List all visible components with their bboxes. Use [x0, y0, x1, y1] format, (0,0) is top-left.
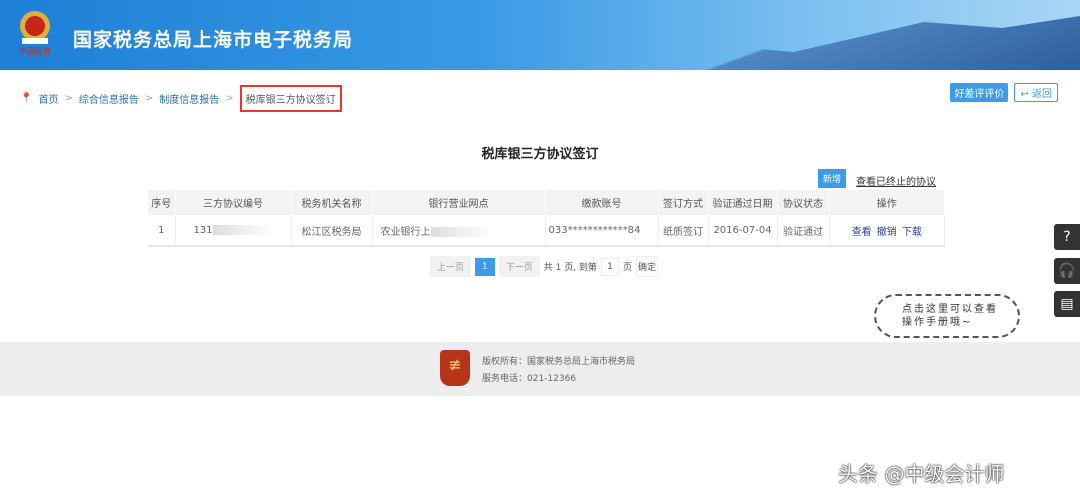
- help-bubble-line2: 操作手册哦~: [902, 317, 973, 328]
- tax-footer-logo: ≢: [440, 350, 470, 386]
- col-header: 协议状态: [777, 190, 830, 215]
- agreement-no-text: 131: [193, 224, 213, 236]
- breadcrumb-current: 税库银三方协议签订: [239, 85, 342, 112]
- header-banner: 中国税务 国家税务总局上海市电子税务局: [0, 0, 1080, 70]
- cell-account: 033************84: [545, 215, 659, 247]
- col-header: 操作: [829, 190, 945, 215]
- col-header: 税务机关名称: [291, 190, 373, 215]
- page-jump-input[interactable]: 1: [600, 257, 619, 276]
- page-title: 税库银三方协议签订: [481, 147, 599, 162]
- breadcrumb-general-info[interactable]: 综合信息报告: [79, 91, 139, 106]
- breadcrumb: 📍 首页 > 综合信息报告 > 制度信息报告 > 税库银三方协议签订: [20, 85, 342, 112]
- next-page-button[interactable]: 下一页: [498, 256, 540, 277]
- cell-bank-branch: 农业银行上: [372, 215, 546, 247]
- site-title: 国家税务总局上海市电子税务局: [73, 29, 354, 51]
- redacted-blur: [430, 226, 491, 237]
- cell-index: 1: [148, 215, 176, 247]
- revoke-link[interactable]: 撤销: [877, 227, 897, 238]
- tax-emblem-logo: 中国税务: [19, 11, 51, 56]
- page-1-button[interactable]: 1: [475, 257, 495, 276]
- page-total-text: 共 1 页, 到第: [543, 263, 597, 273]
- col-header: 银行营业网点: [372, 190, 546, 215]
- manual-book-icon[interactable]: ▤: [1054, 291, 1080, 317]
- cell-verify-date: 2016-07-04: [708, 215, 778, 247]
- cell-sign-method: 纸质签订: [658, 215, 709, 247]
- back-label: 返回: [1032, 89, 1052, 100]
- table-header-row: 序号 三方协议编号 税务机关名称 银行营业网点 缴款账号 签订方式 验证通过日期…: [148, 190, 945, 215]
- footer-phone: 服务电话：021-12366: [482, 374, 577, 384]
- view-link[interactable]: 查看: [852, 227, 872, 238]
- col-header: 验证通过日期: [708, 190, 778, 215]
- col-header: 缴款账号: [545, 190, 659, 215]
- location-pin-icon: 📍: [20, 93, 33, 104]
- footer-copyright: 版权所有：国家税务总局上海市税务局: [482, 357, 636, 367]
- svg-text:中国税务: 中国税务: [19, 46, 51, 56]
- cell-ops: 查看 撤销 下载: [829, 215, 945, 247]
- evaluate-button[interactable]: 好差评评价: [950, 83, 1009, 102]
- col-header: 签订方式: [658, 190, 709, 215]
- return-arrow-icon: ↩: [1020, 89, 1032, 100]
- redacted-blur: [212, 224, 273, 235]
- pagination: 上一页 1 下一页 共 1 页, 到第 1 页 确定: [430, 256, 658, 277]
- help-bubble: 点击这里可以查看 操作手册哦~: [874, 294, 1020, 338]
- back-button[interactable]: ↩ 返回: [1014, 83, 1058, 102]
- headset-support-icon[interactable]: 🎧: [1054, 258, 1080, 284]
- breadcrumb-home[interactable]: 首页: [38, 91, 58, 106]
- cell-agreement-no: 131: [175, 215, 292, 247]
- col-header: 三方协议编号: [175, 190, 292, 215]
- agreement-table: 序号 三方协议编号 税务机关名称 银行营业网点 缴款账号 签订方式 验证通过日期…: [148, 190, 945, 247]
- cell-status: 验证通过: [777, 215, 830, 247]
- cell-tax-office: 松江区税务局: [291, 215, 373, 247]
- great-wall-mountains-image: [560, 16, 1080, 70]
- confirm-button[interactable]: 确定: [635, 256, 658, 277]
- table-row: 1 131 松江区税务局 农业银行上 033************84 纸质签…: [148, 215, 945, 247]
- help-bubble-line1: 点击这里可以查看: [902, 304, 998, 315]
- download-link[interactable]: 下载: [902, 227, 922, 238]
- page-unit-text: 页: [622, 263, 632, 273]
- new-button[interactable]: 新增: [818, 169, 847, 188]
- watermark: 头条 @中级会计师: [838, 462, 1005, 486]
- breadcrumb-system-info[interactable]: 制度信息报告: [159, 91, 219, 106]
- view-terminated-link[interactable]: 查看已终止的协议: [856, 173, 936, 188]
- prev-page-button[interactable]: 上一页: [430, 256, 472, 277]
- col-header: 序号: [148, 190, 176, 215]
- bank-branch-text: 农业银行上: [380, 226, 431, 238]
- help-question-icon[interactable]: ?: [1054, 224, 1080, 250]
